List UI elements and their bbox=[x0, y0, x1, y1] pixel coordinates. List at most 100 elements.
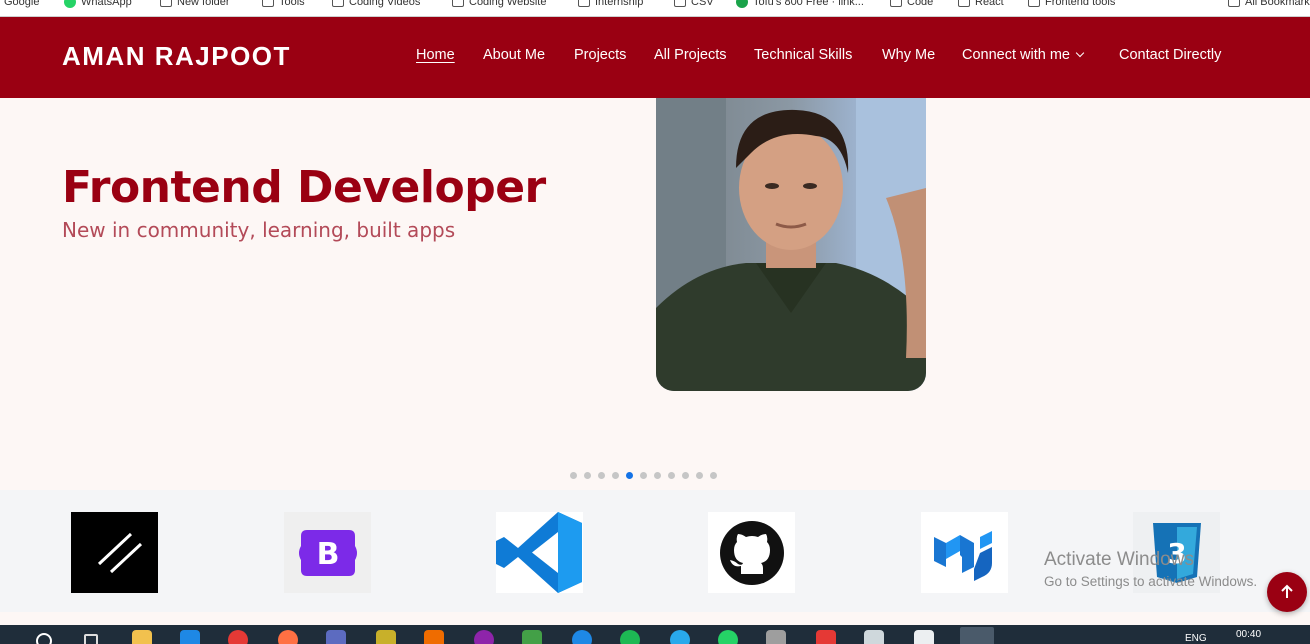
bookmark-label: CSV bbox=[691, 0, 714, 8]
bookmark-label: React bbox=[975, 0, 1004, 8]
profile-photo bbox=[656, 98, 926, 391]
bookmark-label: Tofu's 800 Free · link... bbox=[753, 0, 864, 8]
zoom-icon[interactable] bbox=[572, 630, 592, 644]
pycharm-icon[interactable] bbox=[522, 630, 542, 644]
bookmark-label: New folder bbox=[177, 0, 230, 8]
bookmark-whatsapp[interactable]: WhatsApp bbox=[64, 0, 132, 10]
whatsapp-icon bbox=[64, 0, 76, 8]
bookmark-label: Coding Videos bbox=[349, 0, 421, 8]
carousel-dot[interactable] bbox=[654, 472, 661, 479]
pen-tool-icon[interactable] bbox=[766, 630, 786, 644]
folder-icon bbox=[452, 0, 464, 7]
nav-projects[interactable]: Projects bbox=[574, 47, 626, 63]
next-js-logo bbox=[71, 512, 158, 593]
bookmark-label: Frontend tools bbox=[1045, 0, 1116, 8]
clock-time[interactable]: 00:40 bbox=[1236, 629, 1261, 640]
bookmark-react[interactable]: React bbox=[958, 0, 1004, 10]
chrome-active-icon[interactable] bbox=[960, 627, 994, 644]
terminal-icon[interactable] bbox=[864, 630, 884, 644]
app-icon-purple[interactable] bbox=[474, 630, 494, 644]
chrome-taskbar-icon[interactable] bbox=[228, 630, 248, 644]
bookmark-frontend-tools[interactable]: Frontend tools bbox=[1028, 0, 1115, 10]
nav-connect-dropdown[interactable]: Connect with me bbox=[962, 47, 1085, 63]
search-icon[interactable] bbox=[36, 633, 52, 644]
bookmark-google[interactable]: Google bbox=[4, 0, 39, 10]
watermark-title: Activate Windows bbox=[1044, 549, 1194, 570]
folder-icon bbox=[160, 0, 172, 7]
spotify-icon[interactable] bbox=[620, 630, 640, 644]
bookmark-label: Tools bbox=[279, 0, 305, 8]
folder-icon bbox=[674, 0, 686, 7]
bookmark-csv[interactable]: CSV bbox=[674, 0, 714, 10]
folder-icon bbox=[1028, 0, 1040, 7]
folder-icon bbox=[578, 0, 590, 7]
scroll-to-top-button[interactable] bbox=[1267, 572, 1307, 612]
folder-icon bbox=[890, 0, 902, 7]
hero-carousel: Frontend Developer New in community, lea… bbox=[0, 98, 1310, 490]
brand-logo[interactable]: AMAN RAJPOOT bbox=[62, 41, 291, 72]
bookmark-label: Code bbox=[907, 0, 934, 8]
telegram-icon[interactable] bbox=[670, 630, 690, 644]
nav-contact-directly[interactable]: Contact Directly bbox=[1119, 47, 1221, 63]
whatsapp-taskbar-icon[interactable] bbox=[718, 630, 738, 644]
chevron-down-icon bbox=[1075, 48, 1085, 58]
svg-text:B: B bbox=[316, 537, 339, 572]
carousel-dot[interactable] bbox=[640, 472, 647, 479]
vscode-logo bbox=[496, 512, 583, 593]
carousel-dot[interactable] bbox=[696, 472, 703, 479]
app-icon-m[interactable] bbox=[376, 630, 396, 644]
firefox-icon[interactable] bbox=[278, 630, 298, 644]
task-view-icon[interactable] bbox=[84, 634, 98, 644]
site-icon bbox=[736, 0, 748, 8]
bookmark-label: Internship bbox=[595, 0, 644, 8]
bookmark-tools[interactable]: Tools bbox=[262, 0, 305, 10]
windows-activation-watermark: Activate Windows Go to Settings to activ… bbox=[1044, 549, 1257, 589]
hero-subtitle: New in community, learning, built apps bbox=[62, 218, 456, 242]
bookmark-label: Google bbox=[4, 0, 40, 8]
nav-why-me[interactable]: Why Me bbox=[882, 47, 935, 63]
carousel-dot[interactable] bbox=[570, 472, 577, 479]
folder-icon bbox=[262, 0, 274, 7]
carousel-indicators bbox=[570, 472, 717, 479]
carousel-dot[interactable] bbox=[668, 472, 675, 479]
carousel-dot[interactable] bbox=[682, 472, 689, 479]
camera-icon[interactable] bbox=[914, 630, 934, 644]
material-ui-logo bbox=[921, 512, 1008, 593]
bootstrap-logo: B bbox=[284, 512, 371, 593]
file-explorer-icon[interactable] bbox=[132, 630, 152, 644]
bookmark-coding-videos[interactable]: Coding Videos bbox=[332, 0, 420, 10]
nav-all-projects[interactable]: All Projects bbox=[654, 47, 727, 63]
watermark-subtitle: Go to Settings to activate Windows. bbox=[1044, 574, 1258, 589]
bookmark-code[interactable]: Code bbox=[890, 0, 933, 10]
nav-connect-label: Connect with me bbox=[962, 47, 1070, 63]
carousel-dot[interactable] bbox=[626, 472, 633, 479]
bookmark-new-folder[interactable]: New folder bbox=[160, 0, 230, 10]
arrow-up-icon bbox=[1281, 584, 1293, 598]
nav-technical-skills[interactable]: Technical Skills bbox=[754, 47, 852, 63]
os-taskbar: ENG 00:40 bbox=[0, 625, 1310, 644]
app-icon-dev[interactable] bbox=[326, 630, 346, 644]
carousel-dot[interactable] bbox=[710, 472, 717, 479]
carousel-dot[interactable] bbox=[612, 472, 619, 479]
carousel-dot[interactable] bbox=[584, 472, 591, 479]
bookmark-coding-website[interactable]: Coding Website bbox=[452, 0, 546, 10]
language-indicator[interactable]: ENG bbox=[1185, 633, 1207, 644]
carousel-dot[interactable] bbox=[598, 472, 605, 479]
bookmark-internship[interactable]: Internship bbox=[578, 0, 643, 10]
hero-title: Frontend Developer bbox=[62, 162, 546, 213]
nav-home[interactable]: Home bbox=[416, 47, 455, 63]
nav-about-me[interactable]: About Me bbox=[483, 47, 545, 63]
folder-icon bbox=[958, 0, 970, 7]
app-icon-orange[interactable] bbox=[424, 630, 444, 644]
github-logo bbox=[708, 512, 795, 593]
vscode-taskbar-icon[interactable] bbox=[180, 630, 200, 644]
folder-icon bbox=[1228, 0, 1240, 7]
folder-icon bbox=[332, 0, 344, 7]
bookmark-all[interactable]: All Bookmarks bbox=[1228, 0, 1310, 10]
bookmark-label: All Bookmarks bbox=[1245, 0, 1310, 8]
bookmark-label: Coding Website bbox=[469, 0, 547, 8]
bookmark-tofu[interactable]: Tofu's 800 Free · link... bbox=[736, 0, 864, 10]
bookmarks-bar: Google WhatsApp New folder Tools Coding … bbox=[0, 0, 1310, 17]
navbar: AMAN RAJPOOT Home About Me Projects All … bbox=[0, 17, 1310, 98]
youtube-icon[interactable] bbox=[816, 630, 836, 644]
